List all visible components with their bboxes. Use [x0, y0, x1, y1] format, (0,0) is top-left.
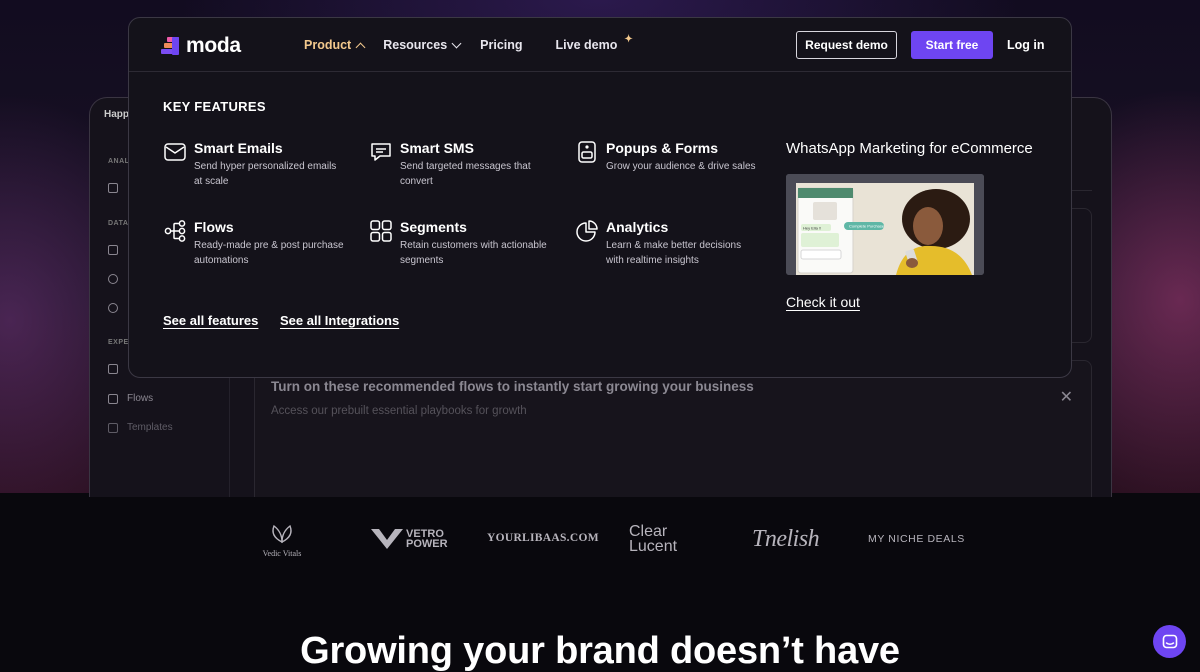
sidebar-section-analytics: ANAL: [108, 158, 130, 165]
moda-logo[interactable]: moda: [161, 34, 241, 58]
leaf-icon: [272, 524, 292, 544]
nav-product[interactable]: Product: [304, 38, 366, 52]
sidebar-item-icon-3: [108, 274, 118, 284]
sidebar-item-icon-1: [108, 183, 118, 193]
chat-launcher-button[interactable]: [1153, 625, 1186, 658]
sidebar-item-icon-2: [108, 245, 118, 255]
feature-desc: Send targeted messages that convert: [400, 161, 531, 187]
logo-tnelish: Tnelish: [752, 526, 820, 552]
sidebar-item-icon-4: [108, 303, 118, 313]
feature-desc: Send hyper personalized emails at scale: [194, 161, 337, 187]
sidebar-item-templates: Templates: [108, 422, 173, 433]
sidebar-section-data: DATA: [108, 220, 129, 227]
feature-desc: Grow your audience & drive sales: [606, 161, 756, 172]
sms-icon: [371, 143, 391, 161]
email-icon: [164, 143, 186, 161]
nav-pricing[interactable]: Pricing: [480, 38, 522, 52]
feature-title: Flows: [194, 219, 234, 235]
whatsapp-promo-image[interactable]: Hey Ella !! Complete Purchase: [786, 174, 984, 275]
panel-title: Turn on these recommended flows to insta…: [271, 379, 754, 394]
logo-mark-icon: [161, 36, 179, 56]
feature-title: Popups & Forms: [606, 140, 719, 156]
nav-resources[interactable]: Resources: [383, 38, 462, 52]
nav-live-demo[interactable]: Live demo ✦: [556, 34, 633, 53]
feature-title: Segments: [400, 219, 467, 235]
feature-desc: Ready-made pre & post purchase automatio…: [194, 240, 344, 266]
login-link[interactable]: Log in: [1007, 38, 1045, 52]
start-free-button[interactable]: Start free: [911, 31, 993, 59]
popup-icon: [578, 141, 596, 163]
vetro-mark-icon: [371, 529, 403, 549]
feature-title: Smart Emails: [194, 140, 283, 156]
panel-subtitle: Access our prebuilt essential playbooks …: [271, 405, 527, 417]
analytics-icon: [576, 220, 598, 242]
segments-icon: [370, 220, 392, 242]
recommended-flows-panel: Turn on these recommended flows to insta…: [254, 360, 1092, 497]
whatsapp-promo-title: WhatsApp Marketing for eCommerce: [786, 140, 1033, 157]
hero-headline: Growing your brand doesn’t have: [300, 630, 900, 672]
flows-icon: [164, 220, 186, 242]
logo-my-niche-deals: MY NICHE DEALS: [868, 533, 965, 545]
logo-text: moda: [186, 34, 241, 57]
feature-desc: Learn & make better decisions with realt…: [606, 240, 742, 266]
app-brand: Happ: [104, 109, 129, 120]
sidebar-item-flows: Flows: [108, 393, 153, 404]
logo-vetro-power: VETRO POWER: [371, 528, 448, 550]
key-features-title: KEY FEATURES: [163, 99, 266, 114]
main-nav: Product Resources Pricing Live demo ✦: [304, 34, 633, 53]
sparkle-icon: ✦: [624, 33, 633, 45]
chevron-up-icon: [355, 42, 366, 52]
sidebar-item-icon-5: [108, 364, 118, 374]
chevron-down-icon: [451, 38, 462, 49]
customer-logos: Vedic Vitals VETRO POWER YOURLIBAAS.COM C…: [0, 520, 1200, 560]
chat-icon: [1162, 634, 1177, 648]
logo-clear-lucent: Clear Lucent: [629, 523, 678, 555]
site-header: moda Product Resources Pricing Live demo…: [129, 18, 1071, 72]
feature-desc: Retain customers with actionable segment…: [400, 240, 547, 266]
svg-text:Hey Ella !!: Hey Ella !!: [803, 226, 821, 231]
feature-title: Smart SMS: [400, 140, 474, 156]
see-all-features-link[interactable]: See all features: [163, 313, 258, 328]
feature-title: Analytics: [606, 219, 669, 235]
product-menu-panel: moda Product Resources Pricing Live demo…: [128, 17, 1072, 378]
logo-yourlibaas: YOURLIBAAS.COM: [487, 532, 599, 544]
close-icon: ✕: [1059, 389, 1073, 406]
logo-vedic-vitals: Vedic Vitals: [256, 522, 308, 558]
whatsapp-illustration: Hey Ella !! Complete Purchase: [786, 174, 984, 275]
request-demo-button[interactable]: Request demo: [796, 31, 897, 59]
svg-text:Complete Purchase: Complete Purchase: [849, 224, 885, 229]
check-it-out-link[interactable]: Check it out: [786, 294, 860, 310]
see-all-integrations-link[interactable]: See all Integrations: [280, 313, 399, 328]
